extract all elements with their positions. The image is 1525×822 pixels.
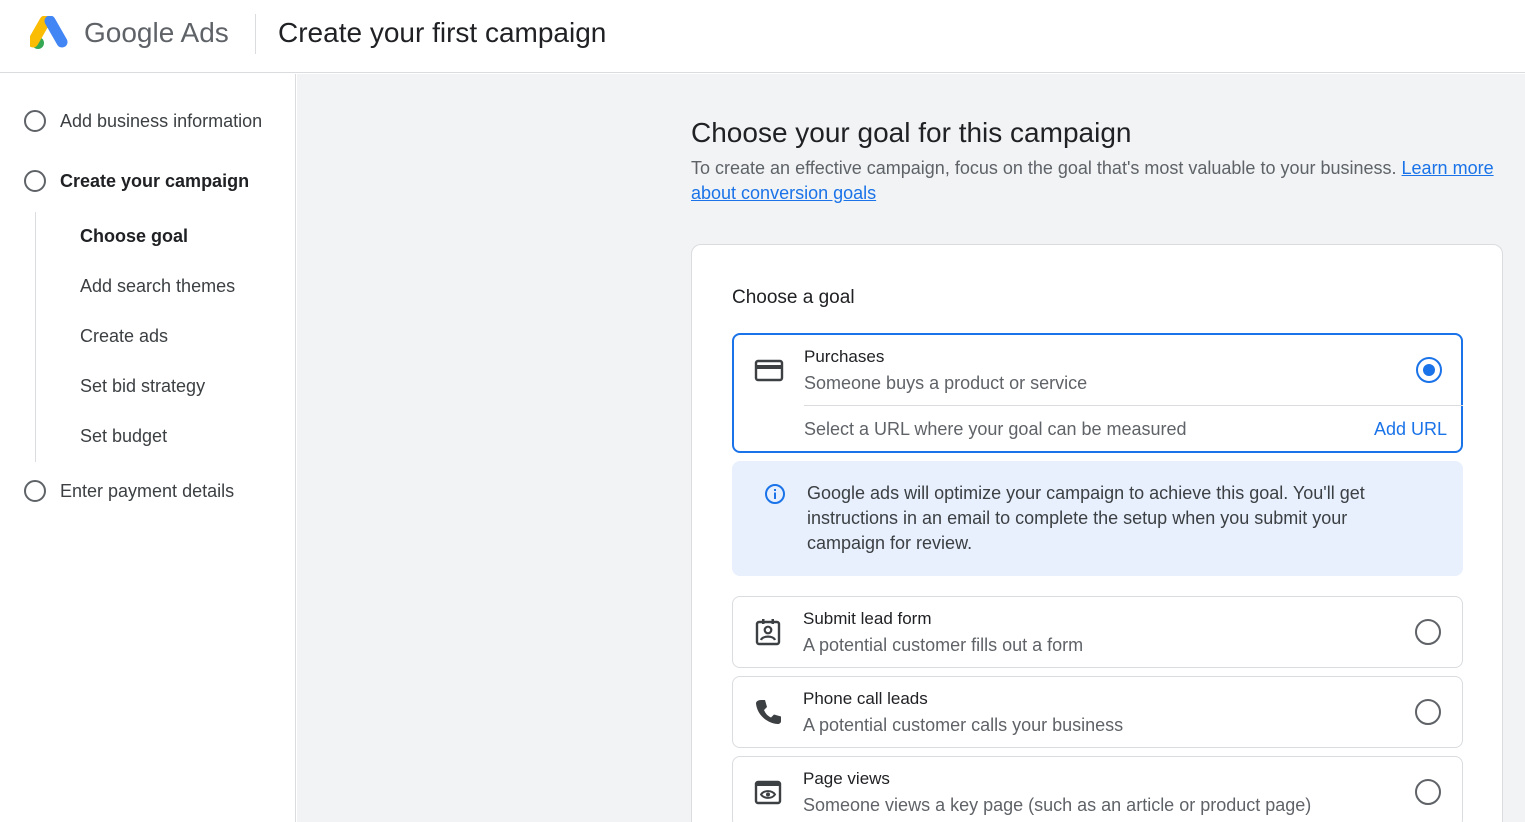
top-bar: Google Ads Create your first campaign: [0, 0, 1525, 73]
step-create-your-campaign[interactable]: Create your campaign: [24, 169, 249, 193]
step-label: Add business information: [60, 110, 263, 131]
substep-create-ads[interactable]: Create ads: [80, 326, 168, 347]
option-radio[interactable]: [1415, 779, 1441, 805]
page-view-icon: [754, 780, 782, 805]
step-add-business-information[interactable]: Add business information: [24, 109, 262, 133]
goal-option-phone-call-leads[interactable]: Phone call leads A potential customer ca…: [732, 676, 1463, 748]
option-radio[interactable]: [1415, 619, 1441, 645]
goal-option-purchases[interactable]: Purchases Someone buys a product or serv…: [732, 333, 1463, 453]
goal-description: To create an effective campaign, focus o…: [691, 156, 1507, 206]
goal-option-page-views[interactable]: Page views Someone views a key page (suc…: [732, 756, 1463, 822]
option-radio[interactable]: [1415, 699, 1441, 725]
main-content: Choose your goal for this campaign To cr…: [297, 74, 1525, 822]
option-subtitle: Someone views a key page (such as an art…: [803, 795, 1312, 815]
goal-description-text: To create an effective campaign, focus o…: [691, 158, 1402, 178]
google-ads-logo-icon[interactable]: [30, 16, 70, 50]
option-title: Purchases: [804, 347, 885, 366]
substep-set-bid-strategy[interactable]: Set bid strategy: [80, 376, 205, 397]
brand-name: Google Ads: [84, 16, 229, 50]
phone-icon: [756, 700, 781, 724]
substep-choose-goal[interactable]: Choose goal: [80, 226, 188, 247]
option-subtitle: A potential customer calls your business: [803, 715, 1124, 735]
step-circle-icon: [24, 170, 46, 192]
option-title: Page views: [803, 769, 890, 788]
option-subtitle: Someone buys a product or service: [804, 373, 1088, 393]
goal-heading: Choose your goal for this campaign: [691, 117, 1132, 148]
goal-option-submit-lead-form[interactable]: Submit lead form A potential customer fi…: [732, 596, 1463, 668]
option-radio[interactable]: [1416, 357, 1442, 383]
page-title: Create your first campaign: [278, 17, 607, 48]
substeps-line: [35, 212, 36, 462]
substep-add-search-themes[interactable]: Add search themes: [80, 276, 235, 297]
brand-google: Google: [84, 17, 175, 48]
step-label: Create your campaign: [60, 170, 250, 191]
info-text: Google ads will optimize your campaign t…: [807, 483, 1365, 553]
substep-set-budget[interactable]: Set budget: [80, 426, 167, 447]
option-subtitle: A potential customer fills out a form: [803, 635, 1084, 655]
brand-ads: Ads: [180, 17, 229, 48]
step-enter-payment-details[interactable]: Enter payment details: [24, 479, 234, 503]
url-prompt: Select a URL where your goal can be meas…: [804, 419, 1187, 439]
add-url-button[interactable]: Add URL: [1374, 419, 1447, 440]
option-separator: [804, 405, 1463, 406]
info-box: Google ads will optimize your campaign t…: [732, 461, 1463, 576]
info-icon: [765, 484, 785, 504]
goal-card: Choose a goal Purchases Someone buys a p…: [691, 244, 1503, 822]
header-divider: [255, 14, 256, 54]
card-title: Choose a goal: [732, 287, 855, 308]
option-title: Phone call leads: [803, 689, 928, 708]
step-label: Enter payment details: [60, 480, 235, 501]
steps-sidebar: Add business information Create your cam…: [0, 74, 296, 822]
credit-card-icon: [754, 359, 784, 382]
step-circle-icon: [24, 110, 46, 132]
contact-form-icon: [755, 619, 781, 646]
option-title: Submit lead form: [803, 609, 932, 628]
step-circle-icon: [24, 480, 46, 502]
